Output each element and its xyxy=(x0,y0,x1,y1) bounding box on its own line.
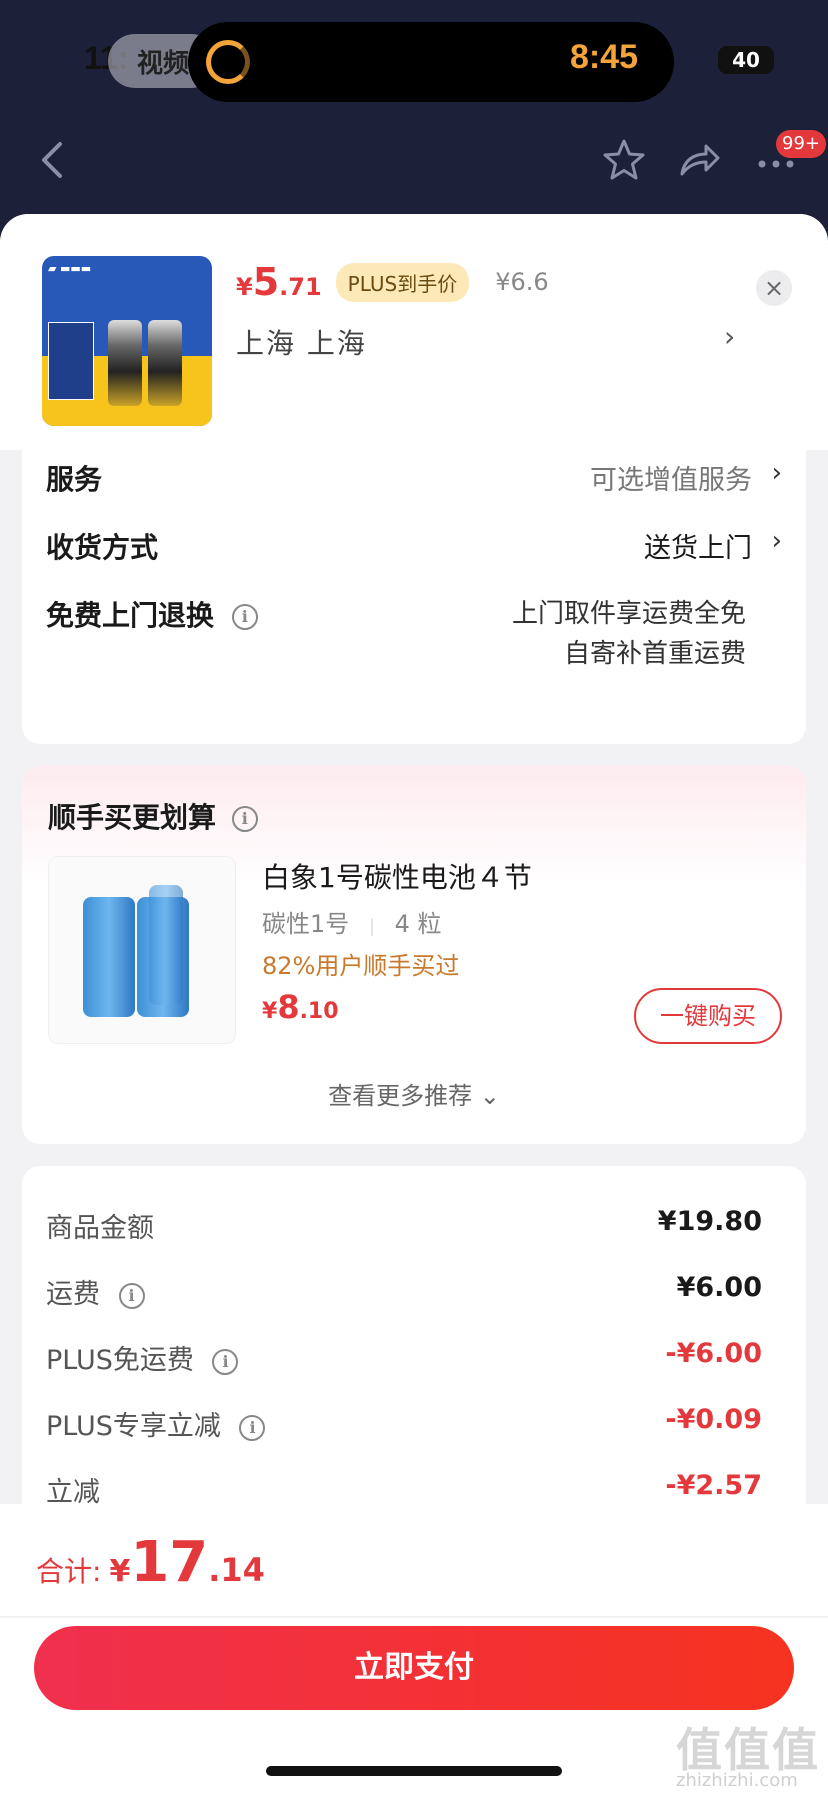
more-recommendations-link[interactable]: 查看更多推荐 ⌄ xyxy=(22,1076,806,1111)
free-return-row: 免费上门退换 i 上门取件享运费全免 自寄补首重运费 xyxy=(46,594,782,684)
fee-value: ¥19.80 xyxy=(657,1206,762,1237)
fee-row: 运费 i ¥6.00 xyxy=(46,1272,762,1312)
battery-cell-right xyxy=(148,320,182,406)
info-icon[interactable]: i xyxy=(239,1414,266,1441)
original-price: ¥6.6 xyxy=(495,268,549,296)
dynamic-island[interactable]: 8:45 xyxy=(188,22,674,102)
spec-count: 4 粒 xyxy=(394,910,442,938)
fee-label-text: PLUS免运费 xyxy=(46,1345,194,1376)
price-row: ¥ 5 .71 PLUS到手价 ¥6.6 xyxy=(236,260,549,304)
delivery-address[interactable]: 上海 上海 xyxy=(236,322,367,362)
thumb-brand-mark: ▰ ▬▬▬ xyxy=(48,262,92,275)
recommend-price-integer: 8 xyxy=(277,988,300,1026)
status-bar: 11: 视频 8:45 40 xyxy=(0,0,828,120)
divider xyxy=(0,1616,828,1618)
fee-label-text: 运费 xyxy=(46,1279,100,1310)
delivery-method-label: 收货方式 xyxy=(46,531,159,564)
star-icon[interactable] xyxy=(600,136,648,184)
close-button[interactable]: × xyxy=(756,270,792,306)
info-icon[interactable]: i xyxy=(118,1282,145,1309)
info-icon[interactable]: i xyxy=(231,806,258,832)
battery-icon: 40 xyxy=(718,46,774,74)
fee-row: 商品金额 ¥19.80 xyxy=(46,1206,762,1246)
pay-now-button[interactable]: 立即支付 xyxy=(34,1626,794,1710)
back-icon[interactable] xyxy=(38,138,78,182)
price-decimal: .71 xyxy=(279,273,322,301)
battery-cell-left xyxy=(108,320,142,406)
free-return-text: 免费上门退换 xyxy=(46,599,215,632)
recommend-price-symbol: ¥ xyxy=(262,999,278,1024)
recommend-product-image[interactable] xyxy=(48,856,236,1044)
fee-value: -¥2.57 xyxy=(665,1470,762,1501)
battery-cell-left xyxy=(83,897,135,1017)
checkout-bar: 合计: ¥ 17 .14 立即支付 值值值 zhizhizhi.com xyxy=(0,1504,828,1796)
free-return-line1: 上门取件享运费全免 xyxy=(511,599,746,629)
total-symbol: ¥ xyxy=(109,1554,131,1589)
total-integer: 17 xyxy=(130,1530,209,1595)
total-decimal: .14 xyxy=(208,1551,265,1589)
home-indicator[interactable] xyxy=(266,1766,562,1776)
price-symbol: ¥ xyxy=(236,273,253,301)
free-return-label: 免费上门退换 i xyxy=(46,594,258,634)
fee-value: -¥0.09 xyxy=(665,1404,762,1435)
recommend-card: 顺手买更划算 i 白象1号碳性电池４节 碳性1号 | 4 粒 82%用户顺手买过… xyxy=(22,766,806,1144)
battery-cell-back xyxy=(149,885,183,1005)
service-row[interactable]: 服务 可选增值服务 › xyxy=(46,458,782,498)
fee-row: PLUS免运费 i -¥6.00 xyxy=(46,1338,762,1378)
fee-label: PLUS免运费 i xyxy=(46,1338,239,1377)
thumb-label-box xyxy=(48,322,94,400)
watermark-url: zhizhizhi.com xyxy=(676,1770,798,1791)
recommend-product-name[interactable]: 白象1号碳性电池４节 xyxy=(262,856,532,896)
spec-divider: | xyxy=(368,916,375,937)
recommend-title: 顺手买更划算 i xyxy=(48,796,258,836)
recommend-price: ¥ 8 .10 xyxy=(262,988,339,1026)
recommend-price-decimal: .10 xyxy=(299,999,339,1024)
fee-label: 商品金额 xyxy=(46,1213,154,1244)
total-amount: 合计: ¥ 17 .14 xyxy=(36,1530,265,1595)
message-badge: 99+ xyxy=(776,130,826,158)
chevron-right-icon: › xyxy=(771,526,782,556)
spec-type: 碳性1号 xyxy=(262,910,350,938)
product-summary: ▰ ▬▬▬ ¥ 5 .71 PLUS到手价 ¥6.6 上海 上海 › × xyxy=(0,214,828,450)
delivery-method-value: 送货上门 xyxy=(644,533,752,564)
one-click-buy-button[interactable]: 一键购买 xyxy=(634,988,782,1044)
fee-value: -¥6.00 xyxy=(665,1338,762,1369)
price-integer: 5 xyxy=(252,260,280,304)
fee-label-text: PLUS专享立减 xyxy=(46,1411,221,1442)
nav-bar: 99+ xyxy=(0,120,828,200)
share-icon[interactable] xyxy=(674,136,722,184)
recommend-buyers-text: 82%用户顺手买过 xyxy=(262,952,460,980)
plus-price-tag: PLUS到手价 xyxy=(335,262,470,302)
service-value: 可选增值服务 xyxy=(590,465,752,496)
island-timer-text: 8:45 xyxy=(569,38,638,76)
recommend-title-text: 顺手买更划算 xyxy=(48,801,217,834)
fee-value: ¥6.00 xyxy=(676,1272,762,1303)
info-icon[interactable]: i xyxy=(231,604,258,630)
free-return-value: 上门取件享运费全免 自寄补首重运费 xyxy=(512,594,746,674)
chevron-right-icon[interactable]: › xyxy=(724,320,735,353)
recommend-product-spec: 碳性1号 | 4 粒 xyxy=(262,904,442,939)
total-label: 合计: xyxy=(36,1555,102,1588)
fee-row: PLUS专享立减 i -¥0.09 xyxy=(46,1404,762,1444)
fee-label: PLUS专享立减 i xyxy=(46,1404,266,1443)
info-icon[interactable]: i xyxy=(212,1348,239,1375)
timer-icon xyxy=(206,40,250,84)
free-return-line2: 自寄补首重运费 xyxy=(563,639,746,669)
product-image: ▰ ▬▬▬ xyxy=(42,256,212,426)
service-label: 服务 xyxy=(46,463,103,496)
delivery-method-row[interactable]: 收货方式 送货上门 › xyxy=(46,526,782,566)
fee-label: 运费 i xyxy=(46,1272,145,1311)
chevron-right-icon: › xyxy=(771,458,782,488)
